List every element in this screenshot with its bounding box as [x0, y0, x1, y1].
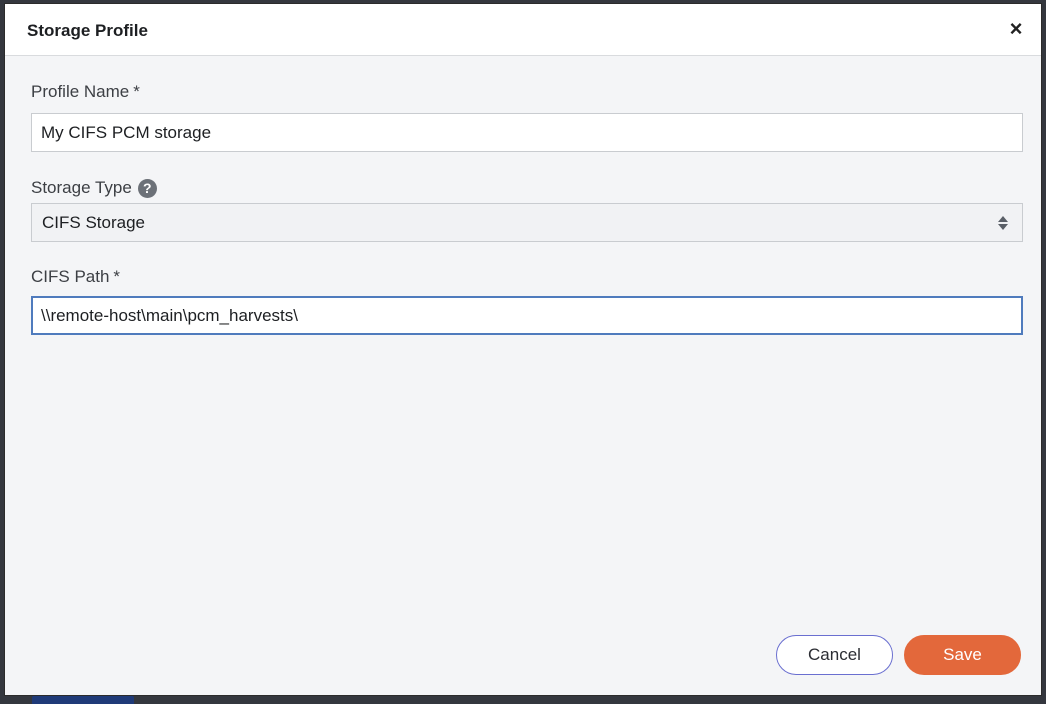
help-icon[interactable]: ? — [137, 178, 157, 198]
required-mark: * — [113, 267, 121, 286]
dialog-title: Storage Profile — [27, 21, 148, 40]
storage-profile-dialog: Storage Profile × Profile Name * Storage… — [4, 3, 1042, 696]
cifs-path-label-text: CIFS Path — [31, 267, 110, 286]
background-chip — [32, 695, 134, 704]
cifs-path-group: CIFS Path * — [31, 266, 1023, 335]
save-button[interactable]: Save — [904, 635, 1021, 675]
storage-type-selected: CIFS Storage — [42, 213, 145, 232]
cifs-path-input[interactable] — [31, 296, 1023, 335]
dialog-body: Profile Name * Storage Type ? CIFS Stora… — [31, 56, 1023, 335]
cancel-button[interactable]: Cancel — [776, 635, 893, 675]
cifs-path-label: CIFS Path * — [31, 266, 1023, 288]
close-icon[interactable]: × — [1005, 17, 1027, 41]
profile-name-label: Profile Name * — [31, 81, 1023, 103]
storage-type-label: Storage Type ? — [31, 177, 1023, 199]
profile-name-label-text: Profile Name — [31, 82, 130, 101]
storage-type-select[interactable]: CIFS Storage — [31, 203, 1023, 242]
storage-type-label-text: Storage Type — [31, 178, 132, 197]
select-arrows-icon — [998, 216, 1008, 230]
dialog-header: Storage Profile × — [5, 4, 1041, 56]
profile-name-input[interactable] — [31, 113, 1023, 152]
required-mark: * — [133, 82, 140, 101]
storage-type-group: Storage Type ? CIFS Storage — [31, 177, 1023, 242]
dialog-footer: Cancel Save — [776, 635, 1021, 675]
profile-name-group: Profile Name * — [31, 81, 1023, 152]
